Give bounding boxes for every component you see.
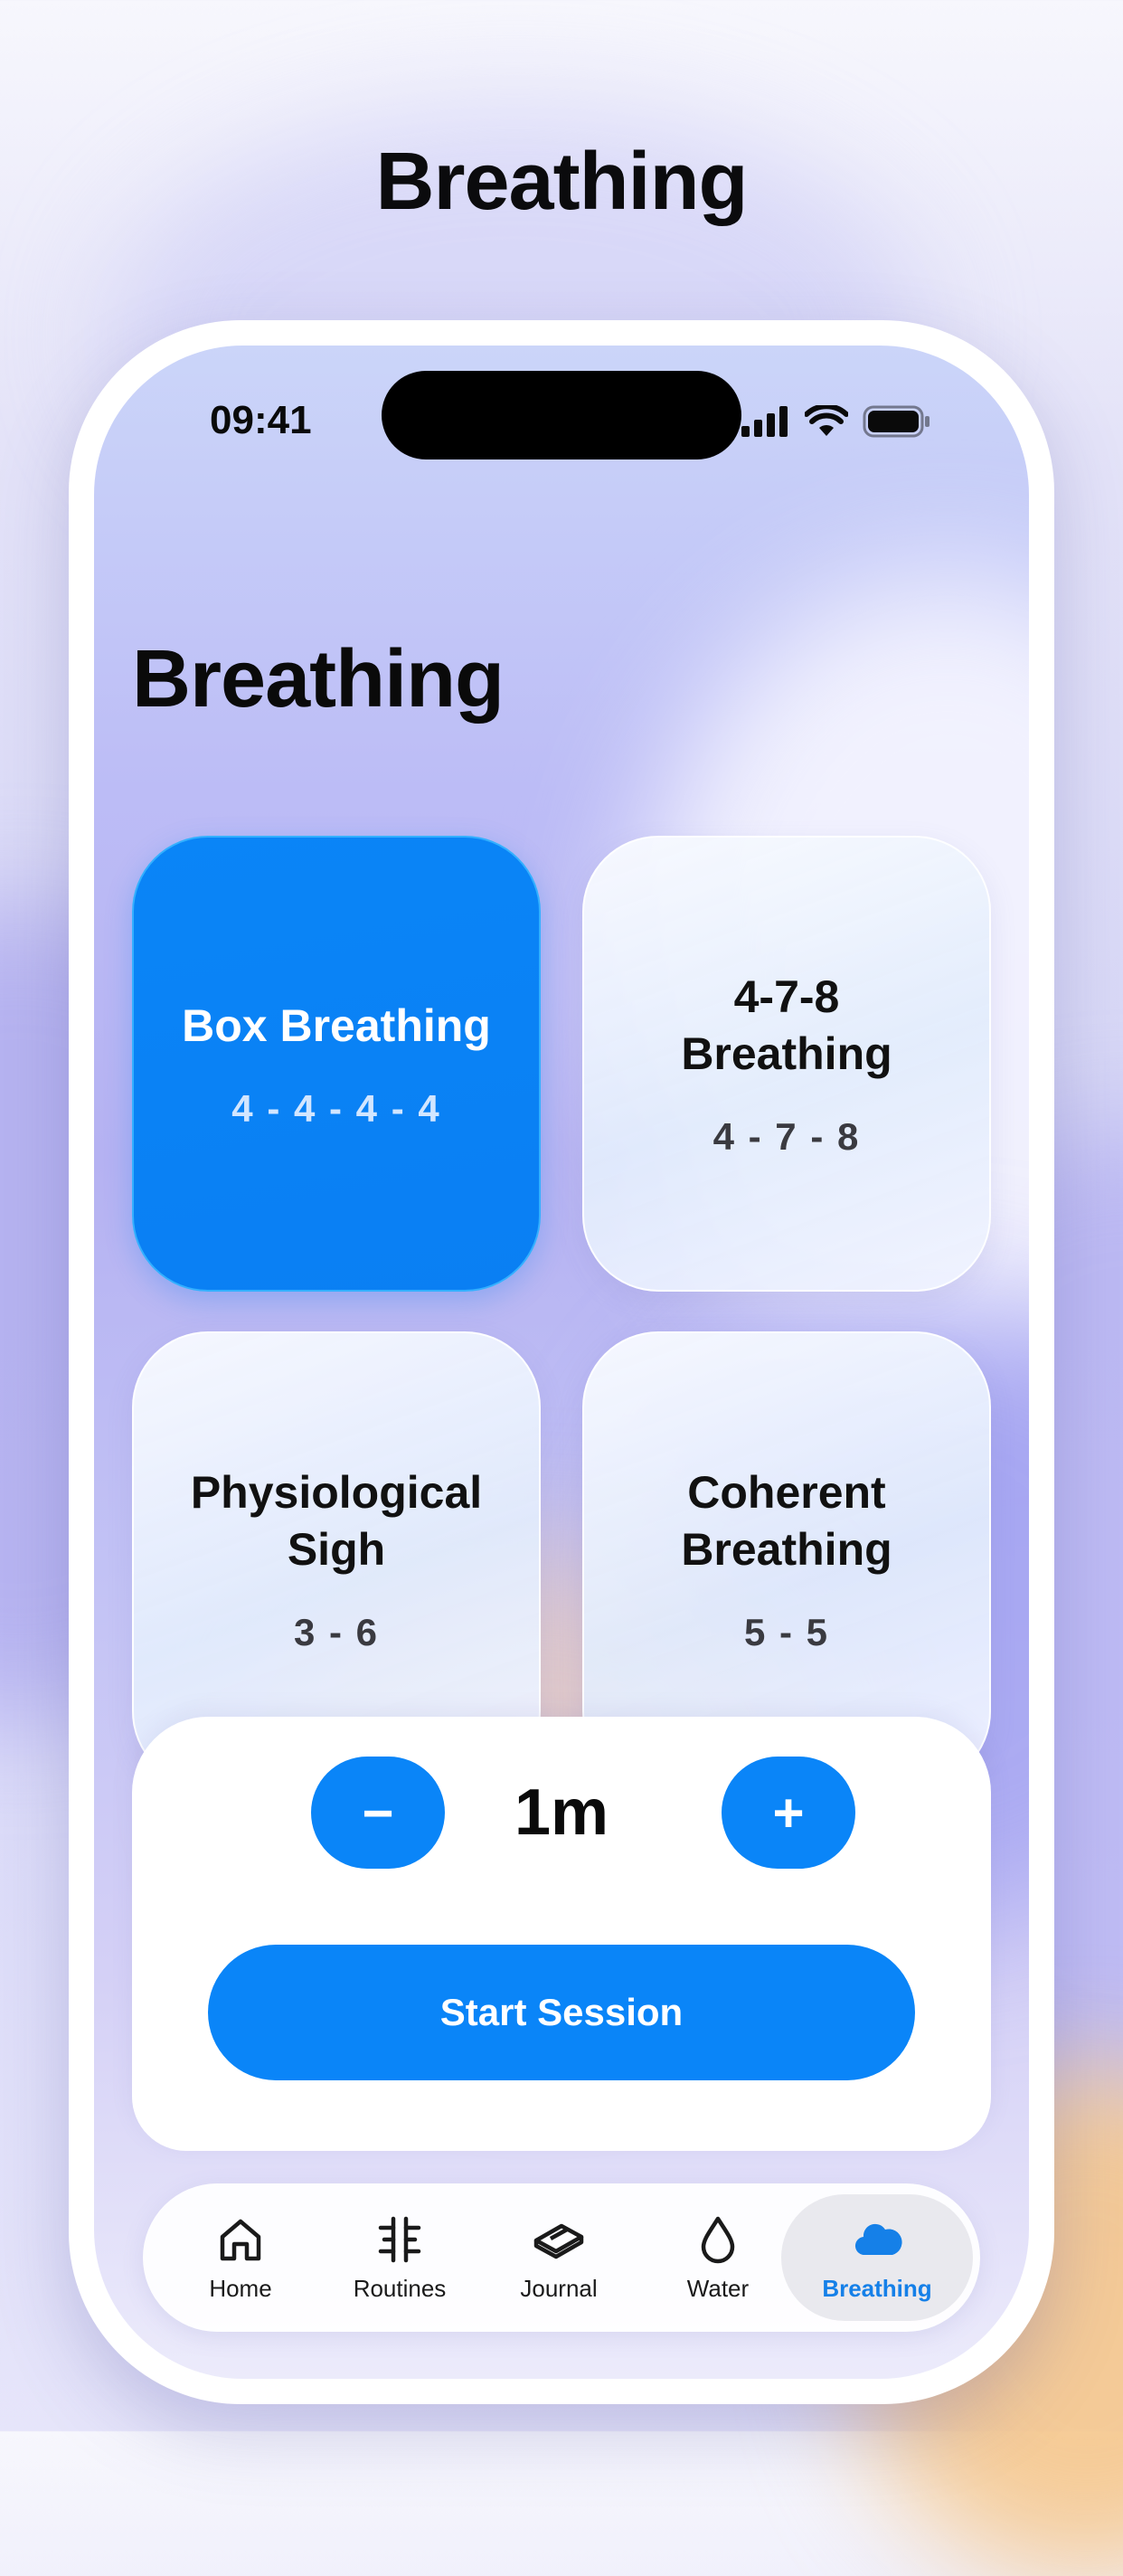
session-duration: 1m (514, 1776, 609, 1849)
water-drop-icon (701, 2216, 735, 2263)
increase-duration-button[interactable]: + (722, 1757, 855, 1869)
exercise-card-478-breathing[interactable]: 4-7-8 Breathing 4 - 7 - 8 (582, 836, 991, 1292)
exercise-title: Coherent Breathing (681, 1467, 892, 1575)
battery-icon (863, 405, 930, 438)
exercise-title: Physiological Sigh (190, 1467, 483, 1575)
tab-bar: Home Routines Journal Water Breathing (143, 2183, 980, 2332)
decrease-duration-button[interactable]: − (311, 1757, 445, 1869)
page-title: Breathing (375, 137, 748, 227)
status-time: 09:41 (210, 398, 312, 442)
screen-title: Breathing (132, 634, 505, 724)
tab-water[interactable]: Water (638, 2194, 797, 2321)
exercise-pattern: 3 - 6 (293, 1611, 380, 1653)
wifi-icon (805, 405, 848, 436)
phone-frame: 09:41 Breathing Box Breathing 4 - 4 - 4 … (69, 320, 1054, 2404)
phone-screen: 09:41 Breathing Box Breathing 4 - 4 - 4 … (94, 346, 1029, 2379)
tab-label: Journal (520, 2274, 598, 2302)
start-session-button[interactable]: Start Session (208, 1945, 915, 2080)
cloud-icon (854, 2223, 902, 2255)
tab-home[interactable]: Home (161, 2194, 320, 2321)
home-icon (220, 2219, 261, 2260)
tab-label: Routines (353, 2274, 447, 2302)
exercise-title: Box Breathing (182, 999, 491, 1051)
tab-label: Home (209, 2274, 272, 2302)
tab-routines[interactable]: Routines (320, 2194, 479, 2321)
dynamic-island (382, 371, 741, 459)
signal-icon (741, 406, 788, 437)
status-icons (741, 405, 931, 438)
tab-breathing[interactable]: Breathing (781, 2194, 973, 2321)
tab-journal[interactable]: Journal (479, 2194, 638, 2321)
routines-icon (378, 2216, 421, 2262)
exercise-pattern: 5 - 5 (743, 1611, 830, 1653)
journal-icon (533, 2223, 584, 2259)
session-panel: − 1m + Start Session (132, 1717, 991, 2151)
exercise-card-box-breathing[interactable]: Box Breathing 4 - 4 - 4 - 4 (132, 836, 541, 1292)
exercise-title: 4-7-8 Breathing (681, 971, 892, 1079)
exercise-pattern: 4 - 7 - 8 (712, 1115, 861, 1158)
tab-label: Water (686, 2274, 750, 2302)
exercise-pattern: 4 - 4 - 4 - 4 (231, 1086, 441, 1130)
tab-label: Breathing (822, 2274, 932, 2302)
